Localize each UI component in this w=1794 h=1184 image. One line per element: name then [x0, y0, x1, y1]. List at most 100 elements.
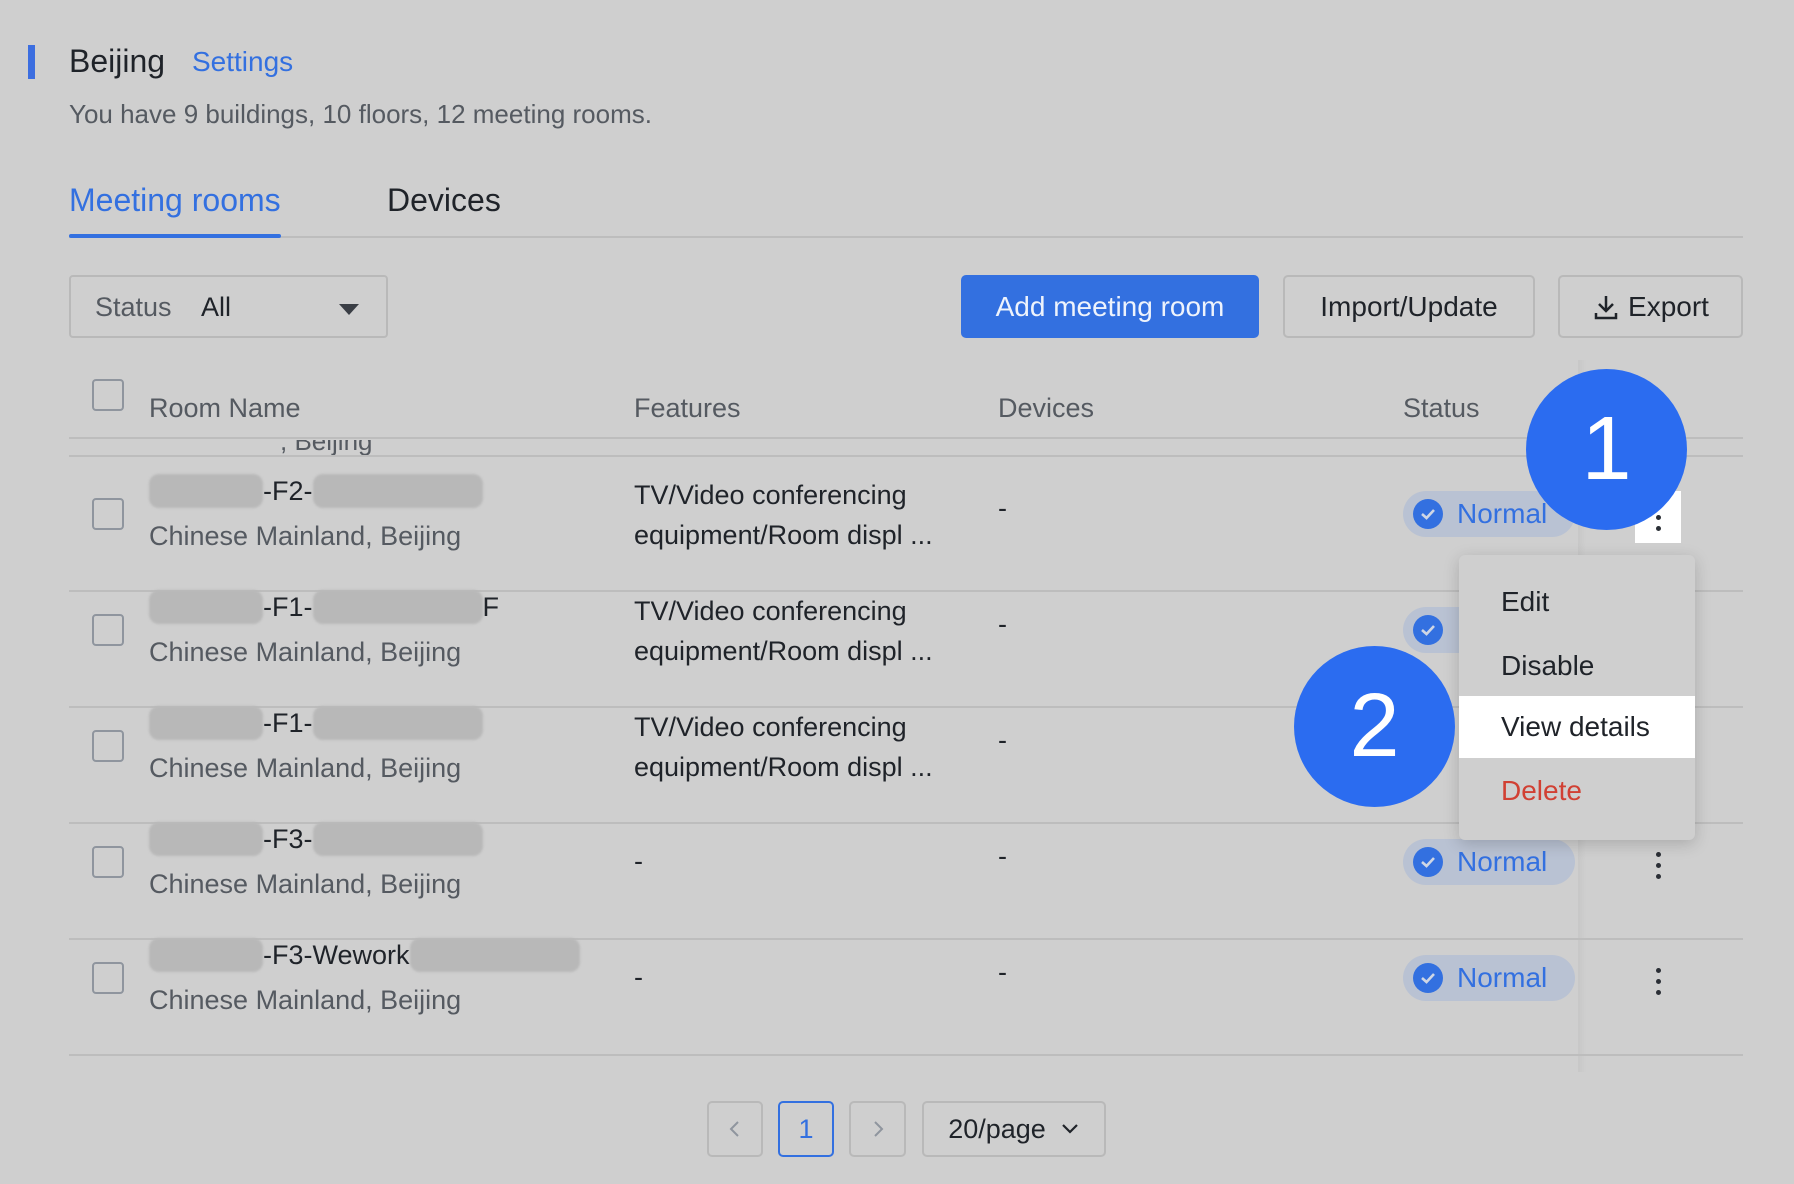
menu-item-edit[interactable]: Edit — [1459, 571, 1695, 633]
redacted-text — [149, 474, 263, 508]
room-location: Chinese Mainland, Beijing — [149, 753, 462, 783]
checkmark-circle-icon — [1413, 847, 1443, 877]
more-vertical-icon[interactable] — [1635, 839, 1681, 891]
tab-devices[interactable]: Devices — [387, 182, 501, 219]
redacted-text — [312, 474, 483, 508]
row-checkbox[interactable] — [92, 730, 124, 762]
features-line: equipment/Room displ ... — [634, 752, 933, 782]
status-badge: Normal — [1403, 839, 1575, 885]
chevron-left-icon — [729, 1121, 739, 1137]
download-icon — [1594, 295, 1618, 319]
checkmark-circle-icon — [1413, 615, 1443, 645]
row-checkbox[interactable] — [92, 614, 124, 646]
divider — [69, 1054, 1743, 1056]
room-location: Chinese Mainland, Beijing — [149, 521, 462, 551]
chevron-down-icon — [339, 304, 359, 315]
room-features: TV/Video conferencing equipment/Room dis… — [634, 707, 933, 787]
room-features: - — [634, 841, 643, 881]
status-text: Normal — [1457, 846, 1548, 877]
more-vertical-icon[interactable] — [1635, 955, 1681, 1007]
room-name-text: -F3- — [263, 823, 313, 854]
section-accent-bar — [28, 45, 35, 79]
room-name-text: -F1- — [263, 707, 313, 738]
room-devices: - — [998, 841, 1007, 871]
room-name[interactable]: -F2- — [149, 473, 483, 509]
pagination-prev-button[interactable] — [707, 1101, 763, 1157]
status-filter-select[interactable]: Status All — [69, 275, 388, 338]
redacted-text — [149, 938, 263, 972]
add-meeting-room-button[interactable]: Add meeting room — [961, 275, 1259, 338]
room-devices: - — [998, 609, 1007, 639]
settings-link[interactable]: Settings — [192, 46, 293, 78]
status-text: Normal — [1457, 962, 1548, 993]
features-line: TV/Video conferencing — [634, 712, 907, 742]
room-name[interactable]: -F3-Wework — [149, 937, 580, 973]
features-line: equipment/Room displ ... — [634, 636, 933, 666]
room-features: - — [634, 957, 643, 997]
pagination-page-1[interactable]: 1 — [778, 1101, 834, 1157]
room-location: Chinese Mainland, Beijing — [149, 985, 462, 1015]
row-checkbox[interactable] — [92, 846, 124, 878]
menu-item-delete[interactable]: Delete — [1459, 760, 1695, 822]
features-line: - — [634, 962, 643, 992]
features-line: TV/Video conferencing — [634, 480, 907, 510]
select-all-checkbox[interactable] — [92, 379, 124, 411]
checkmark-circle-icon — [1413, 963, 1443, 993]
column-header-devices: Devices — [998, 393, 1095, 423]
row-checkbox[interactable] — [92, 498, 124, 530]
export-label: Export — [1628, 290, 1709, 322]
step-callout-2: 2 — [1294, 646, 1455, 807]
room-name[interactable]: -F1- F — [149, 589, 499, 625]
room-name-text: -F3-Wework — [263, 939, 410, 970]
status-filter-value: All — [201, 292, 232, 322]
redacted-text — [149, 590, 263, 624]
redacted-text — [149, 822, 263, 856]
status-filter-label: Status — [95, 292, 172, 322]
room-location: Chinese Mainland, Beijing — [149, 869, 462, 899]
room-name-suffix: F — [482, 591, 500, 622]
room-name-text: -F1- — [263, 591, 313, 622]
column-header-status: Status — [1403, 393, 1480, 423]
room-devices: - — [998, 493, 1007, 523]
table-row: -F2- Chinese Mainland, Beijing TV/Video … — [69, 455, 1743, 571]
page-title: Beijing — [69, 43, 166, 79]
partial-row-clip: , Beijing — [280, 440, 480, 456]
partial-row-text: , Beijing — [280, 440, 373, 456]
room-devices: - — [998, 725, 1007, 755]
divider — [69, 437, 1743, 439]
room-name-text: -F2- — [263, 475, 313, 506]
features-line: TV/Video conferencing — [634, 596, 907, 626]
tab-bar: Meeting rooms Devices — [69, 182, 1743, 238]
column-header-features: Features — [634, 393, 741, 423]
features-line: equipment/Room displ ... — [634, 520, 933, 550]
import-update-button[interactable]: Import/Update — [1283, 275, 1535, 338]
column-header-room-name: Room Name — [149, 393, 301, 423]
summary-text: You have 9 buildings, 10 floors, 12 meet… — [69, 99, 652, 129]
room-name[interactable]: -F1- — [149, 705, 483, 741]
tab-meeting-rooms[interactable]: Meeting rooms — [69, 182, 281, 238]
add-meeting-room-label: Add meeting room — [995, 290, 1225, 322]
redacted-text — [312, 590, 483, 624]
row-checkbox[interactable] — [92, 962, 124, 994]
pagination-next-button[interactable] — [849, 1101, 906, 1157]
menu-item-disable[interactable]: Disable — [1459, 635, 1695, 697]
room-devices: - — [998, 957, 1007, 987]
room-location: Chinese Mainland, Beijing — [149, 637, 462, 667]
import-update-label: Import/Update — [1320, 290, 1498, 322]
checkmark-circle-icon — [1413, 499, 1443, 529]
menu-item-view-details[interactable]: View details — [1459, 696, 1695, 758]
redacted-text — [149, 706, 263, 740]
room-features: TV/Video conferencing equipment/Room dis… — [634, 475, 933, 555]
chevron-right-icon — [873, 1121, 883, 1137]
chevron-down-icon — [1062, 1124, 1078, 1134]
features-line: - — [634, 846, 643, 876]
page-size-value: 20/page — [948, 1113, 1046, 1144]
table-row: -F3-Wework Chinese Mainland, Beijing - -… — [69, 919, 1743, 1035]
room-features: TV/Video conferencing equipment/Room dis… — [634, 591, 933, 671]
room-name[interactable]: -F3- — [149, 821, 483, 857]
redacted-text — [312, 822, 483, 856]
row-actions-menu: Edit Disable View details Delete — [1459, 555, 1695, 840]
export-button[interactable]: Export — [1558, 275, 1743, 338]
redacted-text — [409, 938, 580, 972]
page-size-select[interactable]: 20/page — [922, 1101, 1106, 1157]
